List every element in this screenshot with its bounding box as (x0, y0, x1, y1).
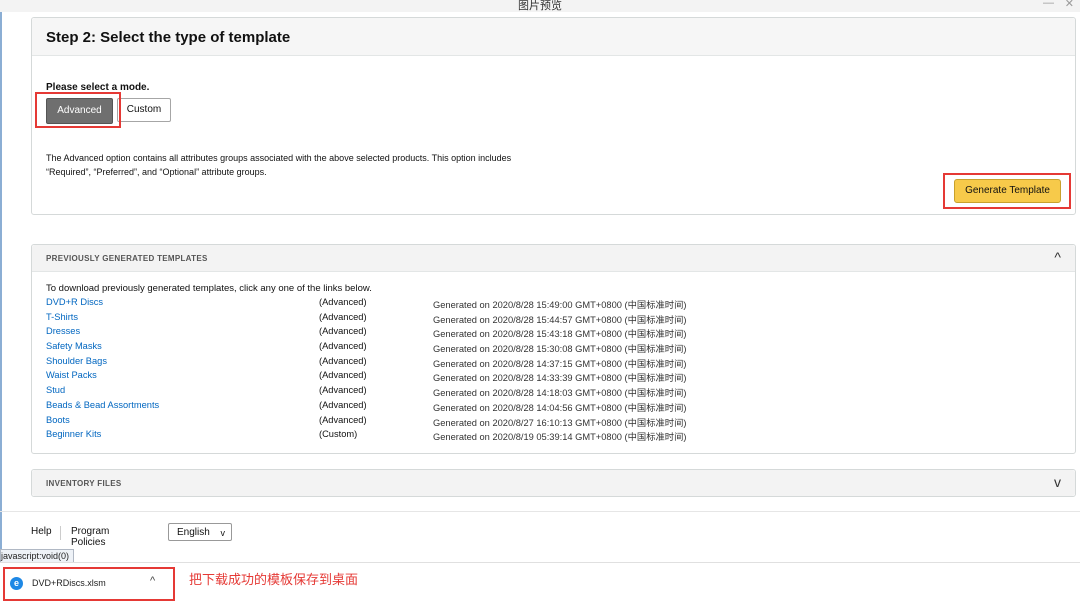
chevron-up-icon[interactable]: ^ (1054, 249, 1061, 265)
generate-highlight-box (943, 173, 1071, 209)
download-filename: DVD+RDiscs.xlsm (32, 578, 106, 588)
template-mode: (Advanced) (319, 311, 367, 322)
window-title: 图片预览 (518, 0, 562, 12)
mode-description: The Advanced option contains all attribu… (46, 153, 512, 177)
template-generated: Generated on 2020/8/28 15:30:08 GMT+0800… (433, 344, 687, 355)
template-link[interactable]: Waist Packs (46, 370, 97, 380)
template-generated: Generated on 2020/8/28 14:33:39 GMT+0800… (433, 373, 687, 384)
browser-status-bar: javascript:void(0) (0, 549, 75, 563)
step2-title: Step 2: Select the type of template (46, 29, 291, 46)
template-link[interactable]: Beginner Kits (46, 429, 101, 439)
inventory-files-header[interactable]: INVENTORY FILES v (32, 470, 1075, 496)
program-policies-link[interactable]: Program Policies (71, 526, 109, 548)
template-link[interactable]: Boots (46, 415, 70, 425)
template-mode: (Advanced) (319, 385, 367, 396)
template-generated: Generated on 2020/8/28 15:43:18 GMT+0800… (433, 329, 687, 340)
template-link[interactable]: Beads & Bead Assortments (46, 400, 159, 410)
window-titlebar: 图片预览 — ✕ (0, 0, 1080, 12)
close-icon[interactable]: ✕ (1065, 0, 1074, 10)
download-item[interactable]: e DVD+RDiscs.xlsm ^ (3, 567, 175, 601)
window-left-edge (0, 12, 2, 560)
chevron-down-icon[interactable]: v (1054, 474, 1061, 490)
step2-panel: Step 2: Select the type of template Plea… (31, 17, 1076, 215)
template-mode: (Advanced) (319, 297, 367, 307)
template-mode: (Advanced) (319, 399, 367, 410)
annotation-text: 把下载成功的模板保存到桌面 (189, 572, 359, 587)
template-generated: Generated on 2020/8/28 15:49:00 GMT+0800… (433, 300, 687, 310)
template-mode: (Advanced) (319, 355, 367, 366)
help-link[interactable]: Help (31, 526, 52, 537)
template-link[interactable]: Stud (46, 385, 65, 395)
template-link[interactable]: Dresses (46, 326, 80, 336)
template-link[interactable]: DVD+R Discs (46, 297, 103, 307)
template-generated: Generated on 2020/8/28 14:18:03 GMT+0800… (433, 388, 687, 399)
template-mode: (Custom) (319, 429, 358, 440)
template-link[interactable]: Safety Masks (46, 341, 102, 351)
template-generated: Generated on 2020/8/28 14:04:56 GMT+0800… (433, 402, 687, 413)
previous-templates-header[interactable]: PREVIOUSLY GENERATED TEMPLATES ^ (32, 245, 1075, 272)
advanced-highlight-box (35, 92, 121, 128)
previous-templates-intro: To download previously generated templat… (46, 283, 372, 294)
download-bar: e DVD+RDiscs.xlsm ^ (0, 562, 1080, 603)
inventory-files-title: INVENTORY FILES (46, 479, 122, 488)
step2-header: Step 2: Select the type of template (32, 18, 1075, 56)
template-generated: Generated on 2020/8/28 14:37:15 GMT+0800… (433, 358, 687, 369)
previous-templates-panel: PREVIOUSLY GENERATED TEMPLATES ^ To down… (31, 244, 1076, 454)
template-generated: Generated on 2020/8/19 05:39:14 GMT+0800… (433, 432, 687, 443)
template-mode: (Advanced) (319, 370, 367, 381)
language-select-value: English (177, 527, 210, 538)
footer-separator (60, 526, 61, 540)
footer-divider (0, 511, 1080, 512)
language-select[interactable]: English v (168, 523, 232, 541)
inventory-files-panel: INVENTORY FILES v (31, 469, 1076, 497)
template-mode: (Advanced) (319, 414, 367, 425)
chevron-up-icon[interactable]: ^ (150, 575, 155, 587)
template-mode: (Advanced) (319, 326, 367, 337)
template-generated: Generated on 2020/8/28 15:44:57 GMT+0800… (433, 314, 687, 325)
previous-templates-title: PREVIOUSLY GENERATED TEMPLATES (46, 254, 208, 263)
template-generated: Generated on 2020/8/27 16:10:13 GMT+0800… (433, 417, 687, 428)
custom-mode-button[interactable]: Custom (117, 98, 171, 122)
template-link[interactable]: T-Shirts (46, 312, 78, 322)
chevron-down-icon: v (220, 528, 226, 538)
minimize-icon[interactable]: — (1043, 0, 1054, 9)
template-link[interactable]: Shoulder Bags (46, 356, 107, 366)
ie-icon: e (10, 577, 23, 590)
template-mode: (Advanced) (319, 341, 367, 352)
